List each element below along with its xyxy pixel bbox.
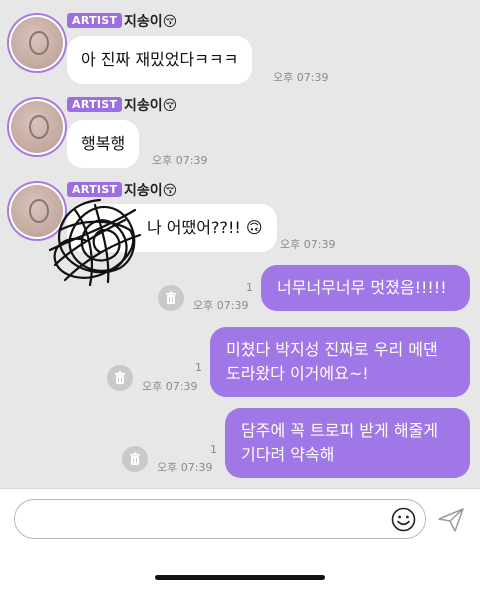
message-time: 오후 07:39 (273, 71, 329, 84)
avatar[interactable] (7, 13, 67, 73)
delete-button[interactable] (122, 446, 148, 472)
message-bubble-incoming[interactable]: 아 진짜 재밌었다ㅋㅋㅋ (67, 36, 253, 84)
trash-icon (166, 291, 176, 304)
unread-count: 1 (195, 361, 202, 374)
avatar[interactable] (7, 97, 67, 157)
message-bubble-outgoing[interactable]: 담주에 꼭 트로피 받게 해줄게 기다려 약속해 (225, 408, 470, 478)
home-indicator (155, 575, 325, 580)
message-time: 오후 07:39 (152, 154, 208, 167)
trash-icon (130, 452, 140, 465)
artist-badge: ARTIST (67, 97, 123, 112)
message-line: 기다려 약속해 (241, 445, 335, 464)
scribble-redaction (48, 198, 142, 287)
paper-plane-icon[interactable] (437, 507, 465, 533)
sender-name: 지송이😚 (124, 14, 178, 30)
message-line: 도라왔다 이거에요~! (226, 364, 369, 383)
message-time: 오후 07:39 (142, 380, 198, 393)
message-time: 오후 07:39 (157, 461, 213, 474)
message-bubble-incoming[interactable]: 행복행 (67, 120, 140, 168)
message-time: 오후 07:39 (280, 238, 336, 251)
message-bubble-outgoing[interactable]: 너무너무너무 멋졌음!!!!! (261, 265, 470, 311)
message-line: 미쳤다 박지성 진짜로 우리 메댄 (226, 340, 438, 359)
message-time: 오후 07:39 (193, 299, 249, 312)
unread-count: 1 (246, 281, 253, 294)
message-line: 담주에 꼭 트로피 받게 해줄게 (241, 421, 438, 440)
message-line: 너무너무너무 멋졌음!!!!! (277, 278, 447, 297)
sender-name: 지송이😚 (124, 98, 178, 114)
delete-button[interactable] (158, 285, 184, 311)
unread-count: 1 (210, 443, 217, 456)
smiley-icon[interactable] (391, 507, 416, 532)
message-input[interactable] (14, 499, 426, 539)
delete-button[interactable] (107, 365, 133, 391)
trash-icon (115, 371, 125, 384)
artist-badge: ARTIST (67, 13, 123, 28)
message-bubble-outgoing[interactable]: 미쳤다 박지성 진짜로 우리 메댄 도라왔다 이거에요~! (210, 327, 470, 397)
